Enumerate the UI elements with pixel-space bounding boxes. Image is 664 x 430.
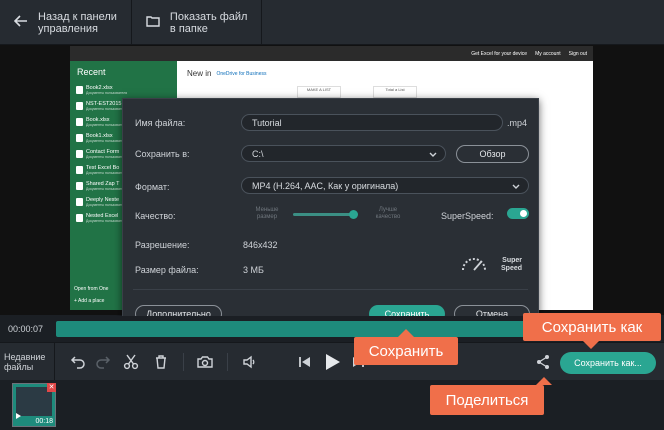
- excel-recent-file: Book2.xlsx Документы пользователя: [70, 81, 177, 97]
- callout-share-text: Поделиться: [445, 391, 529, 409]
- excel-file-icon: [76, 118, 83, 126]
- excel-top-link: My account: [535, 50, 561, 57]
- filename-value: Tutorial: [252, 117, 282, 128]
- export-dialog: Имя файла: Tutorial .mp4 Сохранить в: C:…: [122, 98, 539, 330]
- save-in-value: C:\: [252, 148, 264, 159]
- resolution-value: 846x432: [243, 240, 278, 250]
- onedrive-label: OneDrive for Business: [216, 70, 267, 77]
- excel-file-icon: [76, 102, 83, 110]
- file-path: Документы пользователя: [86, 155, 128, 159]
- callout-share: Поделиться: [430, 377, 552, 415]
- timeline-clip[interactable]: [56, 321, 592, 337]
- callout-pointer: [536, 377, 552, 385]
- superspeed-toggle[interactable]: [507, 208, 529, 219]
- callout-pointer: [398, 329, 414, 337]
- format-value: MP4 (H.264, AAC, Как у оригинала): [252, 180, 399, 191]
- clip-duration: 00:18: [35, 418, 53, 425]
- app-window: Назад к панели управления Показать файл …: [0, 0, 664, 430]
- dialog-divider: [133, 289, 528, 290]
- new-in-label: New in: [187, 69, 212, 78]
- filesize-value: 3 МБ: [243, 265, 264, 275]
- browse-button[interactable]: Обзор: [456, 145, 529, 163]
- excel-template-thumb: Total a List: [373, 86, 417, 98]
- show-file-in-folder-button[interactable]: Показать файл в папке: [132, 0, 263, 45]
- quality-high-label: Лучше качество: [375, 207, 401, 220]
- toolbar-divider: [227, 353, 228, 371]
- clip-thumbnail[interactable]: 00:18 ✕: [12, 383, 56, 427]
- excel-top-bar: Get Excel for your device My account Sig…: [70, 46, 593, 61]
- excel-file-icon: [76, 166, 83, 174]
- excel-file-icon: [76, 134, 83, 142]
- play-icon[interactable]: [322, 352, 342, 372]
- excel-file-icon: [76, 86, 83, 94]
- show-file-in-folder-label: Показать файл в папке: [169, 10, 248, 35]
- remove-clip-icon[interactable]: ✕: [47, 383, 56, 392]
- previous-frame-icon[interactable]: [297, 354, 313, 370]
- excel-new-in: New in OneDrive for Business: [187, 69, 266, 78]
- speedometer-icon: [460, 254, 488, 277]
- clip-tray: 00:18 ✕: [0, 380, 664, 430]
- undo-icon[interactable]: [70, 354, 86, 370]
- excel-file-icon: [76, 214, 83, 222]
- file-path: Документы пользователя: [86, 219, 128, 223]
- share-icon[interactable]: [535, 354, 551, 370]
- save-in-label: Сохранить в:: [135, 149, 190, 159]
- redo-icon[interactable]: [95, 354, 111, 370]
- volume-icon[interactable]: [242, 354, 258, 370]
- callout-pointer: [583, 341, 599, 349]
- callout-save-as-text: Сохранить как: [541, 318, 643, 336]
- resolution-label: Разрешение:: [135, 240, 190, 250]
- timecode: 00:00:07: [8, 324, 44, 334]
- trash-icon[interactable]: [153, 354, 169, 370]
- file-path: Документы пользователя: [86, 91, 128, 95]
- arrow-left-icon: [13, 15, 28, 30]
- file-path: Документы пользователя: [86, 187, 128, 191]
- toolbar-divider: [183, 353, 184, 371]
- folder-icon: [146, 15, 160, 30]
- file-path: Документы пользователя: [86, 203, 128, 207]
- save-as-button[interactable]: Сохранить как...: [560, 352, 656, 374]
- excel-top-link: Sign out: [568, 50, 587, 57]
- top-bar: Назад к панели управления Показать файл …: [0, 0, 664, 45]
- callout-save-as: Сохранить как: [523, 313, 661, 349]
- back-to-dashboard-label: Назад к панели управления: [38, 10, 117, 35]
- file-path: Документы пользователя: [86, 139, 128, 143]
- recent-files-button[interactable]: Недавние файлы: [0, 343, 55, 381]
- format-label: Формат:: [135, 182, 170, 192]
- chevron-down-icon: [512, 182, 520, 192]
- superspeed-badge: Super Speed: [501, 257, 523, 272]
- excel-file-icon: [76, 150, 83, 158]
- excel-top-link: Get Excel for your device: [471, 50, 528, 57]
- excel-file-icon: [76, 182, 83, 190]
- bottom-toolbar: Недавние файлы Сохранить как...: [0, 342, 664, 381]
- play-icon: [16, 406, 21, 424]
- callout-save-text: Сохранить: [368, 342, 444, 360]
- superspeed-label: SuperSpeed:: [441, 211, 494, 221]
- quality-slider-handle[interactable]: [349, 210, 359, 219]
- quality-low-label: Меньше размер: [255, 207, 279, 220]
- excel-recent-heading: Recent: [77, 67, 106, 77]
- quality-label: Качество:: [135, 211, 176, 221]
- excel-add-place: + Add a place: [74, 298, 105, 304]
- scissors-icon[interactable]: [123, 354, 139, 370]
- callout-save: Сохранить: [354, 329, 458, 365]
- file-path: Документы пользователя: [86, 107, 128, 111]
- camera-icon[interactable]: [197, 354, 213, 370]
- filesize-label: Размер файла:: [135, 265, 199, 275]
- excel-template-thumb: MAKE A LIST: [297, 86, 341, 98]
- back-to-dashboard-button[interactable]: Назад к панели управления: [0, 0, 132, 45]
- quality-slider-track[interactable]: [293, 213, 357, 216]
- file-path: Документы пользователя: [86, 171, 128, 175]
- excel-open-from-onedrive: Open from One: [74, 286, 109, 292]
- save-in-select[interactable]: C:\: [241, 145, 446, 162]
- chevron-down-icon: [429, 150, 437, 160]
- format-select[interactable]: MP4 (H.264, AAC, Как у оригинала): [241, 177, 529, 194]
- filename-input[interactable]: Tutorial: [241, 114, 503, 131]
- file-path: Документы пользователя: [86, 123, 128, 127]
- filename-label: Имя файла:: [135, 118, 186, 128]
- file-extension: .mp4: [507, 118, 528, 128]
- excel-file-icon: [76, 198, 83, 206]
